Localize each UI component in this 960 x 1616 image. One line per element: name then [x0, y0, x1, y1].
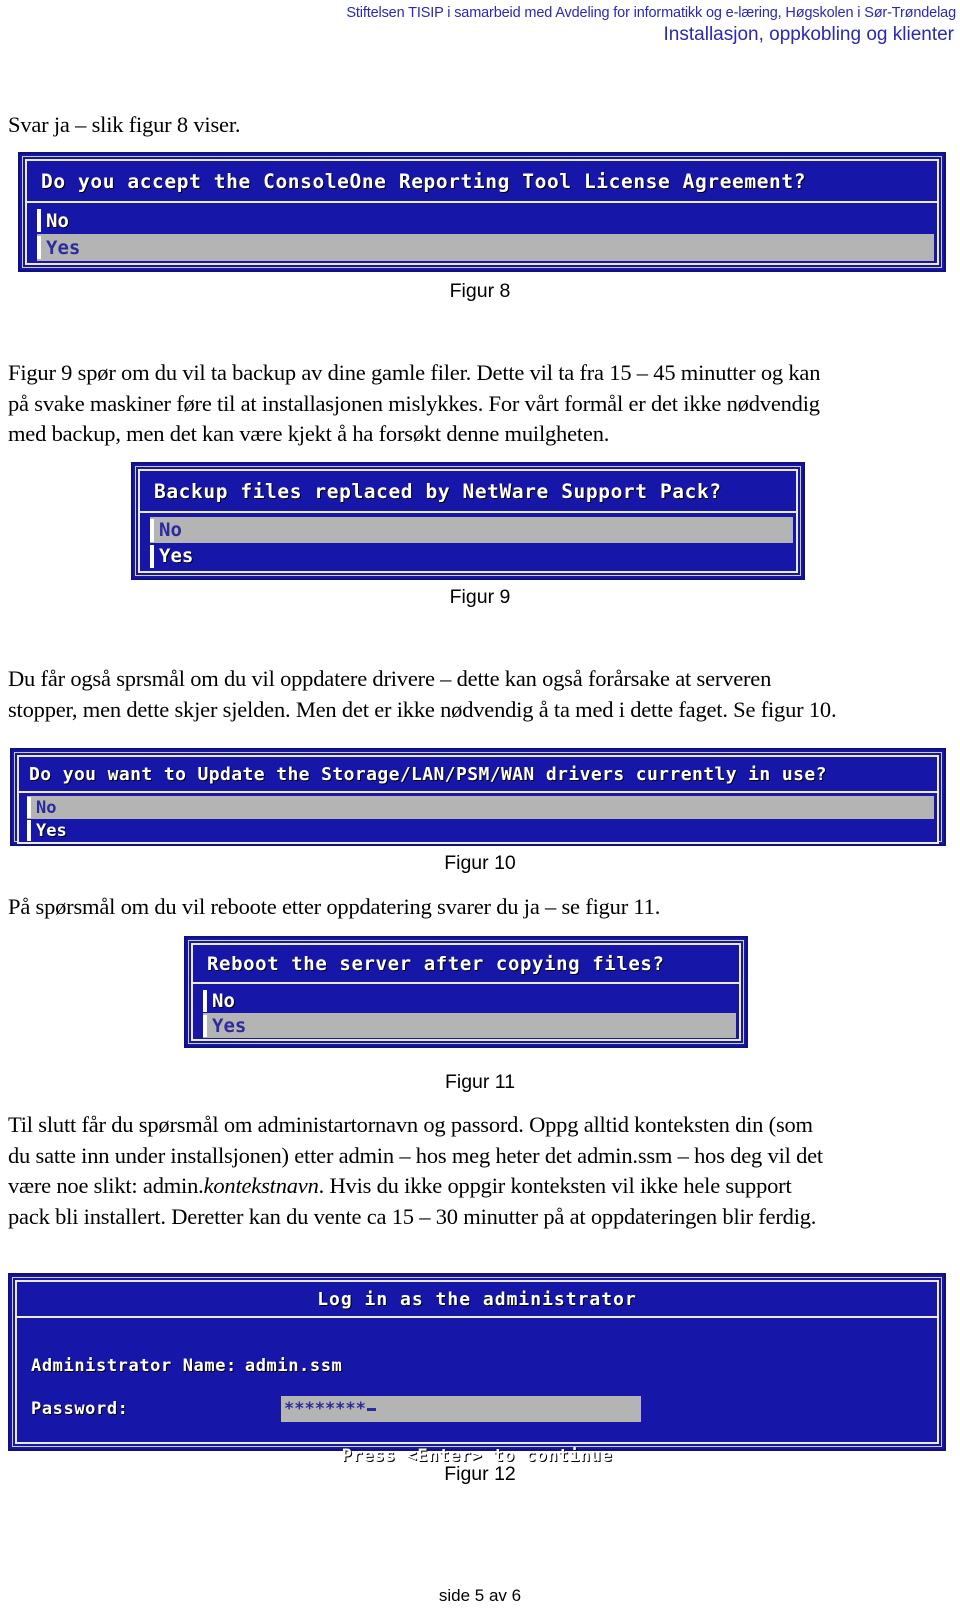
figure-11-title: Reboot the server after copying files?: [207, 952, 665, 975]
administrator-name-label: Administrator Name:: [31, 1356, 237, 1376]
paragraph-admin-line2: du satte inn under installsjonen) etter …: [8, 1142, 823, 1168]
header-organization: Stiftelsen TISIP i samarbeid med Avdelin…: [346, 5, 956, 21]
figure-9-dialog[interactable]: Backup files replaced by NetWare Support…: [131, 462, 805, 580]
paragraph-drivers-line2: stopper, men dette skjer sjelden. Men de…: [8, 696, 837, 722]
paragraph-admin-line4: pack bli installert. Deretter kan du ven…: [8, 1203, 817, 1229]
paragraph-drivers: Du får også sprsmål om du vil oppdatere …: [8, 664, 952, 725]
figure-10-option-no-label: No: [36, 797, 57, 818]
figure-8-dialog[interactable]: Do you accept the ConsoleOne Reporting T…: [18, 152, 946, 272]
text-cursor-icon: [366, 1407, 376, 1411]
paragraph-intro: Svar ja – slik figur 8 viser.: [8, 110, 608, 141]
figure-9-dialog-inner: Backup files replaced by NetWare Support…: [135, 466, 801, 576]
password-masked-value: ********: [284, 1399, 366, 1419]
page-number-label: side 5 av 6: [438, 1586, 522, 1605]
figure-11-options-list: No Yes: [191, 984, 741, 1041]
figure-8-caption: Figur 8: [449, 280, 511, 302]
figure-10-caption: Figur 10: [444, 852, 516, 874]
figure-10-option-yes-label: Yes: [36, 820, 67, 841]
figure-9-option-no[interactable]: No: [150, 517, 793, 543]
figure-9-option-yes-label: Yes: [159, 545, 194, 567]
figure-9-option-yes[interactable]: Yes: [150, 543, 793, 569]
figure-8-options-list: No Yes: [25, 203, 939, 265]
figure-11-dialog-inner: Reboot the server after copying files? N…: [188, 940, 744, 1044]
figure-10-title: Do you want to Update the Storage/LAN/PS…: [29, 763, 827, 785]
figure-8-title: Do you accept the ConsoleOne Reporting T…: [41, 169, 807, 193]
figure-9-title-box: Backup files replaced by NetWare Support…: [138, 469, 798, 513]
figure-10-option-no[interactable]: No: [27, 796, 934, 819]
paragraph-backup-line3: med backup, men det kan være kjekt å ha …: [8, 421, 610, 446]
figure-9-caption: Figur 9: [449, 586, 511, 608]
figure-10-option-yes[interactable]: Yes: [27, 819, 934, 842]
administrator-name-row: Administrator Name: admin.ssm: [31, 1356, 342, 1376]
figure-10-title-box: Do you want to Update the Storage/LAN/PS…: [17, 755, 939, 793]
figure-11-title-box: Reboot the server after copying files?: [191, 943, 741, 984]
paragraph-reboot-text: På spørsmål om du vil reboote etter oppd…: [8, 894, 661, 919]
figure-12-dialog[interactable]: Log in as the administrator Administrato…: [8, 1273, 946, 1466]
paragraph-backup: Figur 9 spør om du vil ta backup av dine…: [8, 358, 952, 450]
figure-8-option-yes-label: Yes: [46, 236, 81, 259]
page-header: Stiftelsen TISIP i samarbeid med Avdelin…: [0, 0, 960, 46]
paragraph-drivers-line1: Du får også sprsmål om du vil oppdatere …: [8, 666, 772, 691]
administrator-name-value: admin.ssm: [244, 1356, 343, 1376]
figure-11-option-no[interactable]: No: [203, 988, 736, 1013]
figure-12-title: Log in as the administrator: [317, 1288, 637, 1310]
paragraph-admin-line3-part1: være noe slikt: admin.: [8, 1173, 204, 1198]
figure-8-option-no-label: No: [46, 209, 69, 232]
password-row[interactable]: Password: ********: [31, 1396, 641, 1422]
paragraph-admin-line3-part2: . Hvis du ikke oppgir konteksten vil ikk…: [318, 1173, 792, 1198]
password-label: Password:: [31, 1399, 129, 1419]
figure-12-login-form: Administrator Name: admin.ssm Password: …: [15, 1318, 939, 1466]
paragraph-admin-line1: Til slutt får du spørsmål om administart…: [8, 1112, 813, 1137]
paragraph-admin-context-emphasis: kontekstnavn: [203, 1173, 319, 1198]
figure-9-title: Backup files replaced by NetWare Support…: [154, 479, 722, 503]
page-footer: side 5 av 6: [0, 1586, 960, 1606]
header-document-title: Installasjon, oppkobling og klienter: [663, 24, 954, 45]
figure-10-dialog[interactable]: Do you want to Update the Storage/LAN/PS…: [10, 748, 946, 846]
figure-8-title-box: Do you accept the ConsoleOne Reporting T…: [25, 159, 939, 203]
paragraph-admin-line3: være noe slikt: admin.kontekstnavn. Hvis…: [8, 1171, 952, 1202]
paragraph-backup-line2: på svake maskiner føre til at installasj…: [8, 390, 820, 416]
figure-11-option-yes[interactable]: Yes: [203, 1013, 736, 1038]
figure-12-caption: Figur 12: [444, 1463, 516, 1485]
figure-8-option-no[interactable]: No: [37, 207, 934, 234]
figure-9-option-no-label: No: [159, 519, 182, 541]
paragraph-reboot: På spørsmål om du vil reboote etter oppd…: [8, 892, 868, 923]
paragraph-backup-line1: Figur 9 spør om du vil ta backup av dine…: [8, 360, 821, 385]
figure-12-title-box: Log in as the administrator: [15, 1280, 939, 1318]
figure-8-option-yes[interactable]: Yes: [37, 234, 934, 261]
figure-9-options-list: No Yes: [138, 513, 798, 573]
paragraph-intro-text: Svar ja – slik figur 8 viser.: [8, 112, 241, 137]
password-input[interactable]: ********: [281, 1396, 641, 1422]
figure-10-options-list: No Yes: [17, 793, 939, 844]
figure-11-caption: Figur 11: [444, 1071, 516, 1093]
figure-12-dialog-inner: Log in as the administrator Administrato…: [12, 1277, 942, 1466]
figure-8-dialog-inner: Do you accept the ConsoleOne Reporting T…: [22, 156, 942, 268]
paragraph-admin: Til slutt får du spørsmål om administart…: [8, 1110, 952, 1232]
figure-10-dialog-inner: Do you want to Update the Storage/LAN/PS…: [14, 752, 942, 844]
figure-11-option-no-label: No: [212, 989, 235, 1012]
figure-11-option-yes-label: Yes: [212, 1014, 247, 1037]
figure-11-dialog[interactable]: Reboot the server after copying files? N…: [184, 936, 748, 1048]
